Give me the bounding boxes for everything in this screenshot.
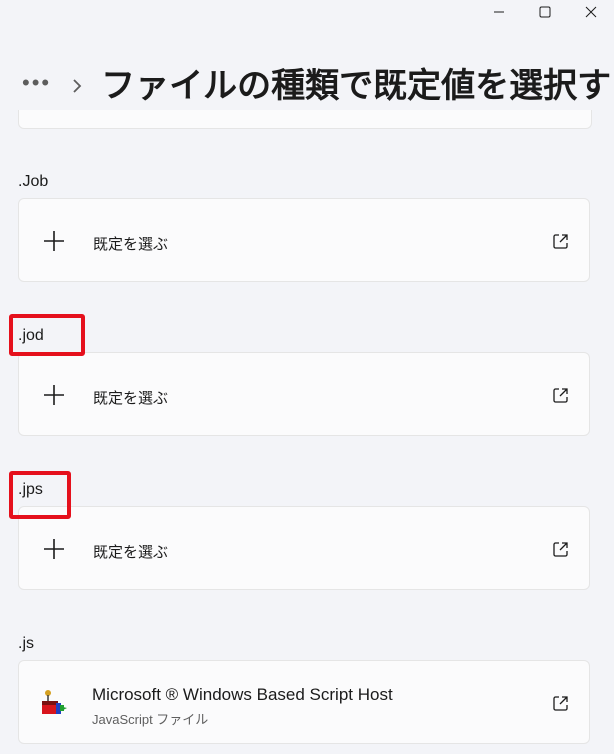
page-title: ファイルの種類で既定値を選択する <box>101 67 614 105</box>
maximize-button[interactable] <box>522 0 568 24</box>
section-label-js: .js <box>18 635 34 652</box>
open-external-icon <box>553 696 568 711</box>
close-icon <box>585 6 597 18</box>
app-name: Microsoft ® Windows Based Script Host <box>92 685 393 704</box>
plus-icon <box>44 385 64 405</box>
breadcrumb: ••• ファイルの種類で既定値を選択する <box>22 62 614 110</box>
minimize-button[interactable] <box>476 0 522 24</box>
open-external-icon <box>553 542 568 557</box>
close-button[interactable] <box>568 0 614 24</box>
default-app-card-js[interactable]: Microsoft ® Windows Based Script Host Ja… <box>18 660 590 744</box>
plus-icon <box>44 231 64 251</box>
choose-default-card-jps[interactable]: 既定を選ぶ <box>18 506 590 590</box>
maximize-icon <box>539 6 551 18</box>
choose-default-label: 既定を選ぶ <box>93 236 169 253</box>
window-controls <box>476 0 614 24</box>
section-label-job: .Job <box>18 173 49 190</box>
choose-default-card-jod[interactable]: 既定を選ぶ <box>18 352 590 436</box>
more-breadcrumb-button[interactable]: ••• <box>22 70 51 96</box>
chevron-right-icon <box>71 78 83 94</box>
previous-card-edge <box>18 110 592 129</box>
open-external-icon <box>553 234 568 249</box>
highlight-box-jps <box>9 471 71 519</box>
plus-icon <box>44 539 64 559</box>
highlight-box-jod <box>9 314 85 356</box>
minimize-icon <box>494 11 504 13</box>
choose-default-label: 既定を選ぶ <box>93 544 169 561</box>
script-host-icon <box>42 690 67 714</box>
app-file-type: JavaScript ファイル <box>92 712 209 727</box>
choose-default-card-job[interactable]: 既定を選ぶ <box>18 198 590 282</box>
choose-default-label: 既定を選ぶ <box>93 390 169 407</box>
open-external-icon <box>553 388 568 403</box>
